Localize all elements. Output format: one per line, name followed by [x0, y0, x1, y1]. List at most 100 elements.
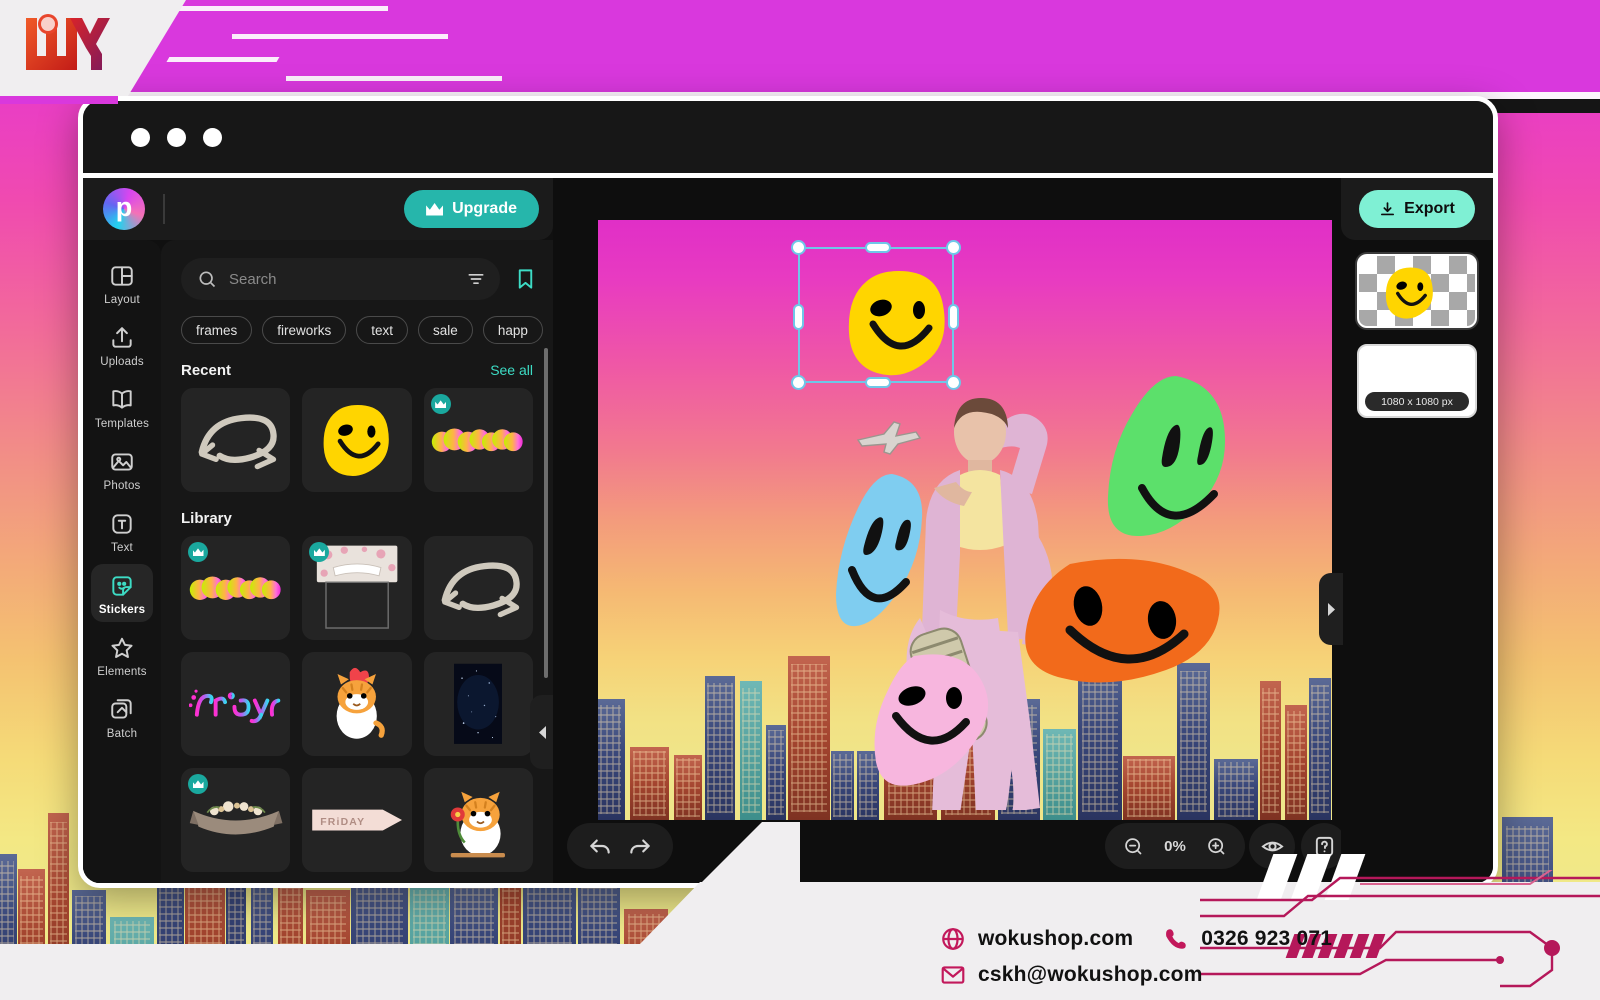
neon-blob-sticker[interactable]: [181, 536, 291, 640]
filter-icon[interactable]: [466, 269, 486, 289]
svg-text:FRiDAY: FRiDAY: [320, 817, 365, 828]
crown-icon: [426, 203, 444, 216]
background-layer-thumbnail[interactable]: 1080 x 1080 px: [1357, 344, 1477, 418]
filter-chip-frames[interactable]: frames: [181, 316, 253, 344]
redo-icon[interactable]: [627, 833, 653, 859]
sidebar-item-photos[interactable]: Photos: [91, 440, 153, 498]
expand-panel-button[interactable]: [1319, 573, 1343, 645]
green-smiley-sticker[interactable]: [1106, 372, 1232, 548]
blue-smiley-sticker[interactable]: [830, 470, 930, 630]
pro-badge: [188, 774, 208, 794]
window-dot-maximize[interactable]: [203, 127, 222, 147]
sidebar-item-layout[interactable]: Layout: [91, 254, 153, 312]
airplane-sticker[interactable]: [854, 416, 924, 456]
sidebar-item-stickers[interactable]: Stickers: [91, 564, 153, 622]
contact-website[interactable]: wokushop.com: [940, 926, 1133, 952]
pro-badge: [188, 542, 208, 562]
skyline-building: [705, 676, 735, 820]
zoom-out-icon[interactable]: [1123, 836, 1144, 857]
resize-handle-bottom[interactable]: [865, 377, 891, 388]
search-row: Search: [181, 258, 537, 300]
skyline-building: [1309, 678, 1331, 820]
sidebar-item-elements[interactable]: Elements: [91, 626, 153, 684]
export-label: Export: [1404, 200, 1455, 217]
sidebar-item-text[interactable]: Text: [91, 502, 153, 560]
window-dot-close[interactable]: [131, 127, 150, 147]
recent-section-header: Recent See all: [181, 362, 537, 379]
yellow-smiley-sticker[interactable]: [302, 388, 412, 492]
swoosh-arrow-sticker[interactable]: [181, 388, 291, 492]
skyline-building: [766, 725, 786, 820]
recent-grid: [181, 388, 537, 492]
selection-box[interactable]: [791, 240, 961, 390]
filter-chip-text[interactable]: text: [356, 316, 409, 344]
friday-arrow-sticker[interactable]: FRiDAY: [302, 768, 412, 872]
resize-handle-tr[interactable]: [946, 240, 961, 255]
floral-card-sticker[interactable]: [302, 536, 412, 640]
thumbnail-smiley-icon: [1385, 267, 1433, 319]
sidebar-item-batch[interactable]: Batch: [91, 688, 153, 746]
friday-script-sticker[interactable]: [181, 652, 291, 756]
resize-handle-right[interactable]: [948, 304, 959, 330]
resize-handle-top[interactable]: [865, 242, 891, 253]
bookmark-icon[interactable]: [514, 266, 537, 292]
window-dot-minimize[interactable]: [167, 127, 186, 147]
pink-smiley-sticker[interactable]: [864, 650, 994, 790]
skyline-building: [674, 755, 702, 820]
sidebar-item-uploads[interactable]: Uploads: [91, 316, 153, 374]
skyline-building: [831, 751, 854, 820]
swoosh-arrow-sticker[interactable]: [423, 536, 533, 640]
star-icon: [111, 637, 133, 658]
mail-icon: [941, 966, 965, 984]
resize-handle-br[interactable]: [946, 375, 961, 390]
contact-phone[interactable]: 0326 923 071: [1163, 926, 1332, 952]
logo-separator: [163, 194, 165, 224]
crown-icon: [313, 548, 325, 556]
collapse-panel-button[interactable]: [530, 695, 553, 769]
sidebar-item-templates[interactable]: Templates: [91, 378, 153, 436]
filter-chip-fireworks[interactable]: fireworks: [262, 316, 347, 344]
tiger-flower-sticker[interactable]: [423, 768, 533, 872]
upload-icon: [112, 327, 132, 348]
floral-banner-sticker[interactable]: [181, 768, 291, 872]
tiger-heart-sticker[interactable]: [302, 652, 412, 756]
search-input[interactable]: Search: [229, 271, 454, 288]
zoom-toolbar: 0%: [1105, 823, 1245, 869]
contact-block: wokushop.com 0326 923 071 cskh@wokushop.…: [940, 926, 1332, 988]
filter-chip-happ[interactable]: happ: [482, 316, 543, 344]
app-window: p Upgrade Layout Uploads Templates Photos Te…: [78, 96, 1498, 888]
website-text: wokushop.com: [978, 927, 1134, 950]
globe-icon: [942, 928, 964, 950]
filter-chips: frames fireworks text sale happ: [181, 316, 543, 344]
layer-thumbnails: 1080 x 1080 px: [1341, 240, 1493, 432]
resize-handle-tl[interactable]: [791, 240, 806, 255]
design-canvas[interactable]: [598, 220, 1332, 820]
orange-smiley-sticker[interactable]: [1022, 554, 1222, 684]
panel-scrollbar[interactable]: [544, 348, 548, 678]
sidebar-item-label: Uploads: [100, 356, 144, 368]
email-text: cskh@wokushop.com: [978, 963, 1203, 986]
sticker-layer-thumbnail[interactable]: [1357, 254, 1477, 328]
search-icon: [199, 271, 216, 288]
zoom-in-icon[interactable]: [1206, 836, 1227, 857]
skyline-building: [1177, 663, 1210, 820]
night-sky-sticker[interactable]: [423, 652, 533, 756]
neon-blob-sticker[interactable]: [423, 388, 533, 492]
skyline-building: [598, 699, 625, 820]
upgrade-button[interactable]: Upgrade: [404, 190, 539, 228]
resize-handle-left[interactable]: [793, 304, 804, 330]
undo-icon[interactable]: [587, 833, 613, 859]
text-icon: [112, 514, 132, 534]
recent-title: Recent: [181, 362, 232, 379]
canvas-stage[interactable]: 0%: [553, 178, 1347, 883]
contact-email[interactable]: cskh@wokushop.com: [940, 962, 1203, 988]
resize-handle-bl[interactable]: [791, 375, 806, 390]
search-box[interactable]: Search: [181, 258, 500, 300]
see-all-link[interactable]: See all: [490, 362, 533, 378]
right-column: Export 1080 x 1080 px: [1341, 178, 1493, 883]
filter-chip-sale[interactable]: sale: [418, 316, 473, 344]
export-button[interactable]: Export: [1359, 190, 1475, 228]
sidebar-item-label: Elements: [97, 666, 147, 678]
app-logo[interactable]: p: [103, 188, 145, 230]
batch-icon: [111, 699, 132, 719]
